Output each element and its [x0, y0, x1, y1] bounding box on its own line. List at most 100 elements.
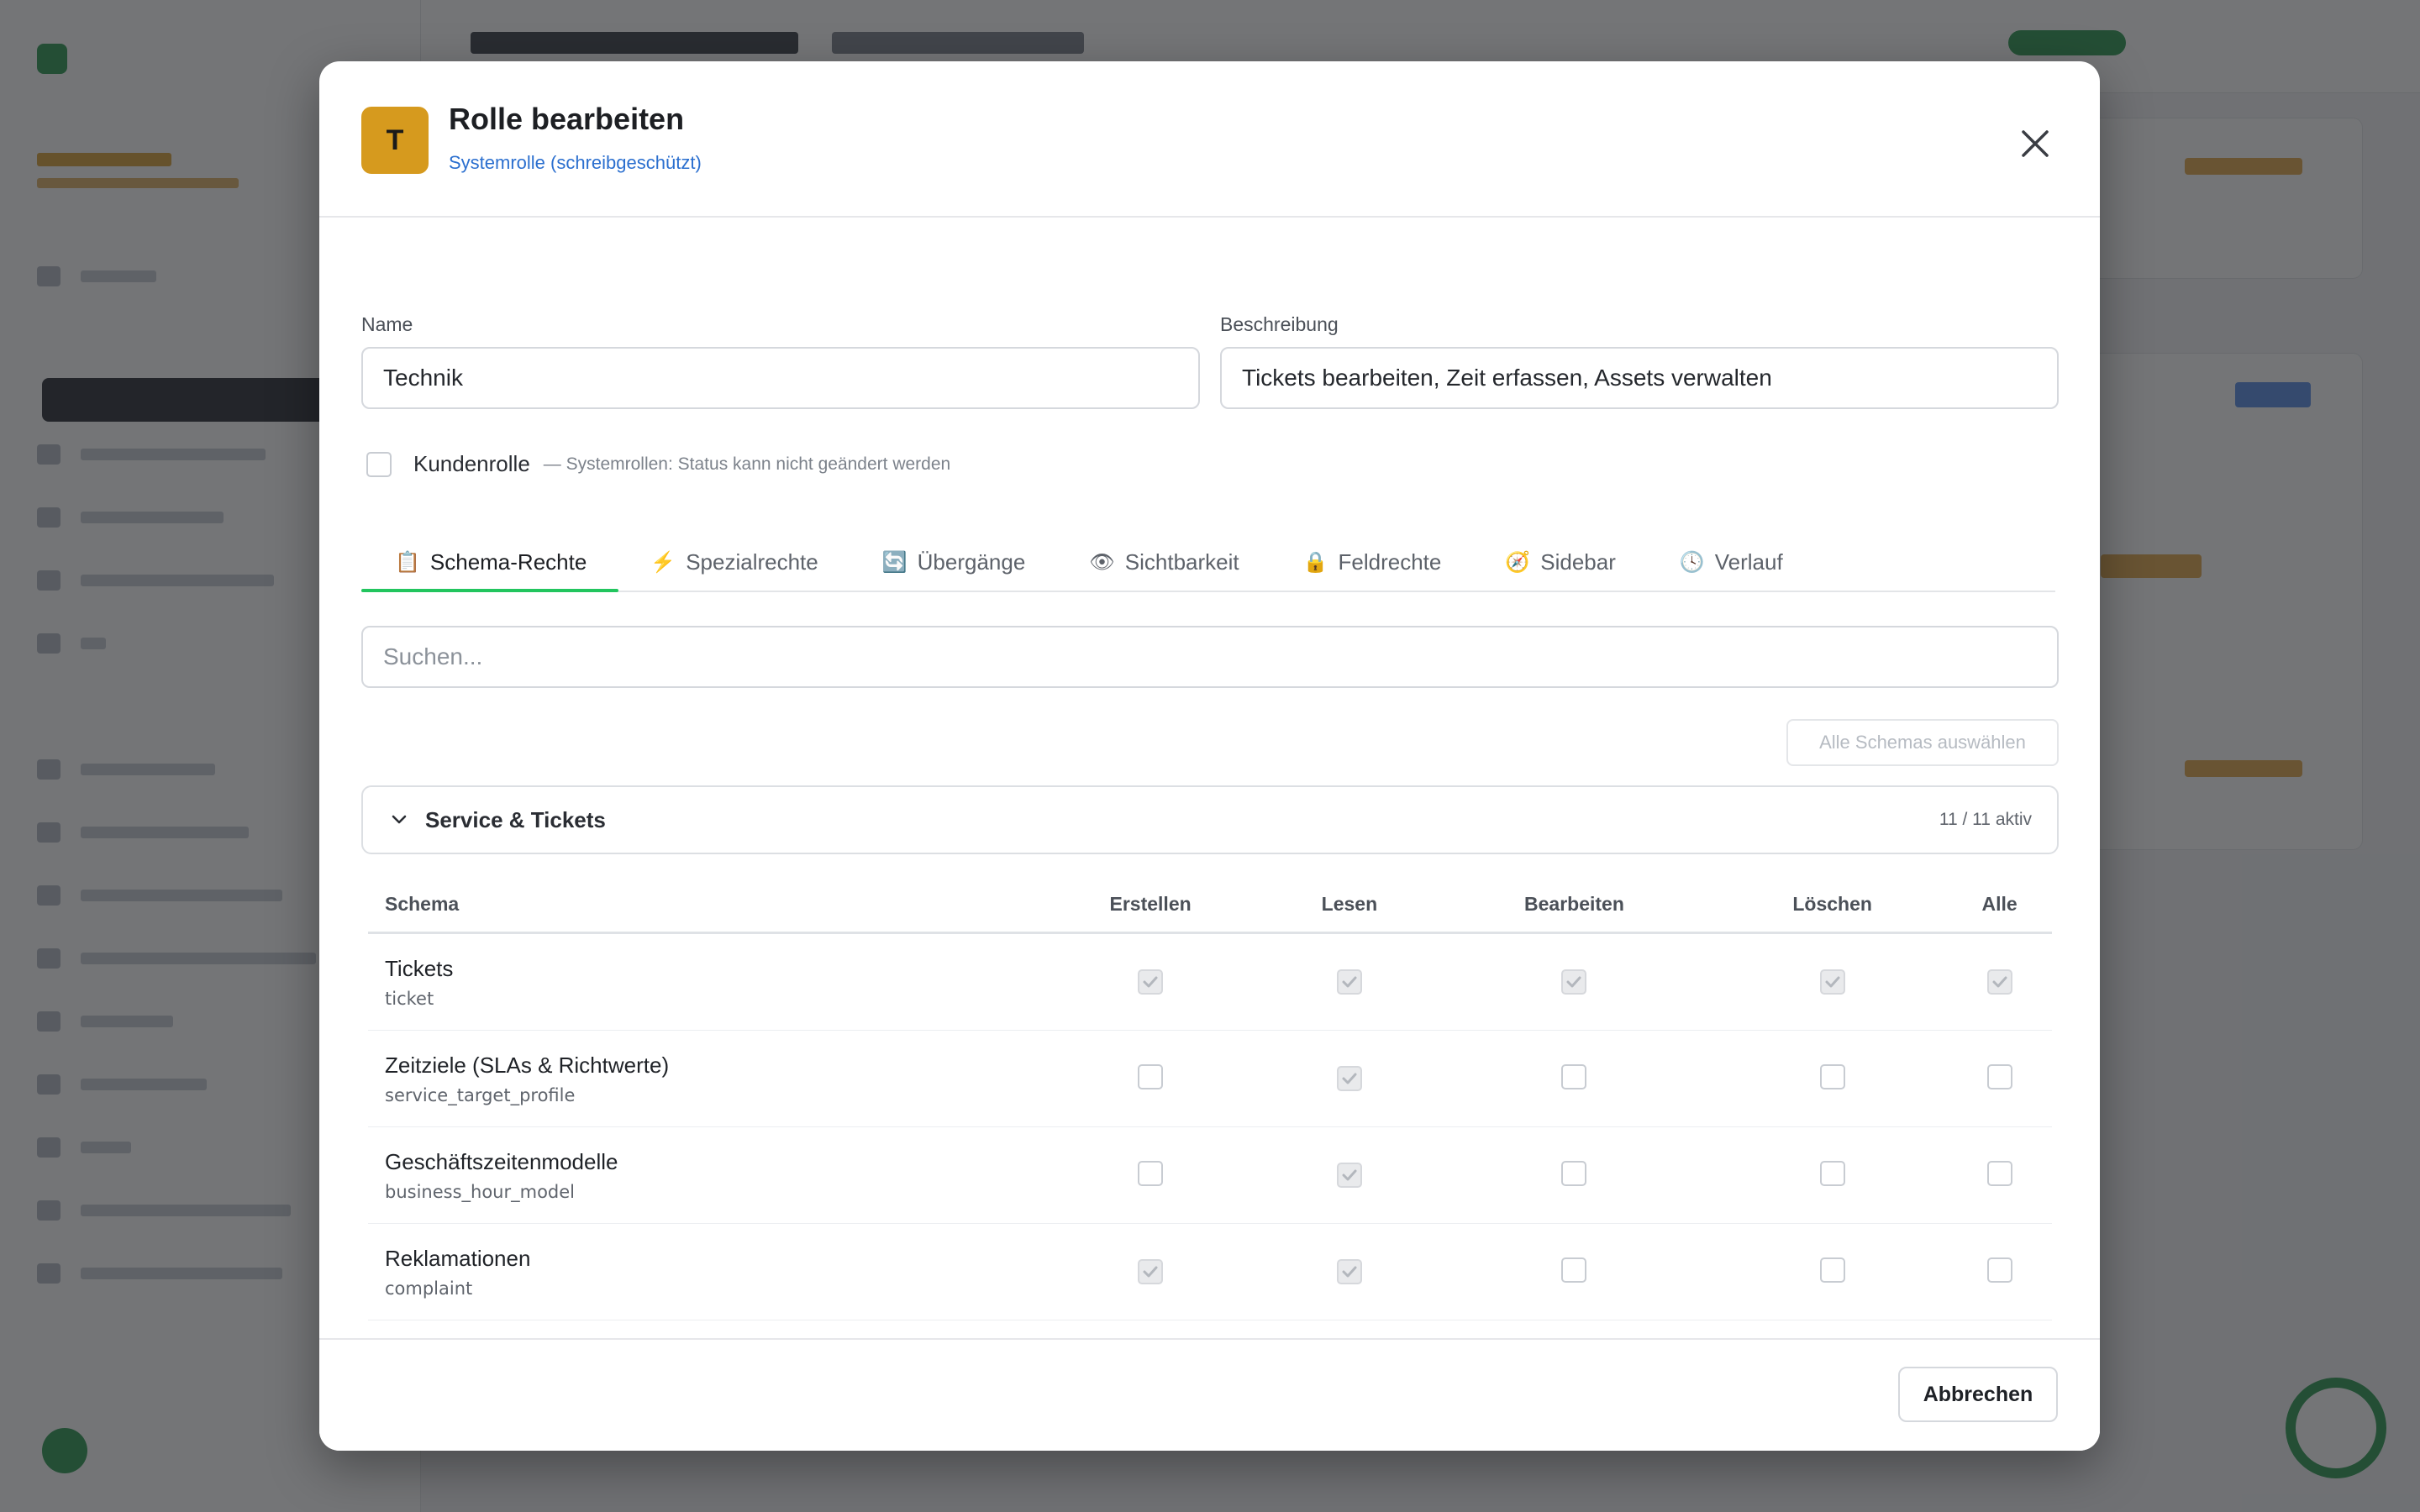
delete-permission-checkbox[interactable]	[1819, 1257, 1845, 1283]
edit-permission-checkbox[interactable]	[1561, 969, 1587, 995]
name-field[interactable]: Technik	[361, 347, 1200, 409]
tab-verlauf[interactable]: 🕓 Verlauf	[1648, 533, 1815, 591]
tab-schema-rechte[interactable]: 📋 Schema-Rechte	[361, 533, 619, 592]
customer-role-row: Kundenrolle — Systemrollen: Status kann …	[366, 451, 950, 477]
schema-key: business_hour_model	[385, 1181, 576, 1202]
all-permission-checkbox[interactable]	[1986, 969, 2012, 995]
create-permission-checkbox[interactable]	[1138, 969, 1164, 995]
column-header-schema: Schema	[368, 876, 1033, 934]
permission-cell	[1430, 1223, 1718, 1320]
permission-cell	[1033, 932, 1269, 1031]
dialog-footer: Abbrechen	[319, 1338, 2100, 1451]
edit-permission-checkbox[interactable]	[1561, 1257, 1587, 1283]
tab-label: Verlauf	[1714, 549, 1783, 575]
group-name: Service & Tickets	[425, 806, 606, 832]
checkmark-icon	[1342, 976, 1357, 987]
permission-cell	[1430, 1126, 1718, 1224]
select-all-schemas-button[interactable]: Alle Schemas auswählen	[1786, 719, 2059, 766]
permission-cell	[1718, 1223, 1948, 1320]
schema-title: Geschäftszeitenmodelle	[385, 1148, 618, 1174]
delete-permission-checkbox[interactable]	[1819, 969, 1845, 995]
tab-sichtbarkeit[interactable]: 👁 Sichtbarkeit	[1057, 533, 1270, 591]
eye-icon: 👁	[1089, 550, 1115, 574]
tab-sidebar[interactable]: 🧭 Sidebar	[1473, 533, 1648, 591]
permission-tabs: 📋 Schema-Rechte ⚡ Spezialrechte 🔄 Übergänge…	[361, 533, 2055, 592]
permission-cell	[1947, 1126, 2052, 1224]
group-active-count: 11 / 11 aktiv	[1939, 810, 2032, 829]
tab-label: Sidebar	[1540, 549, 1616, 575]
create-permission-checkbox[interactable]	[1138, 1258, 1164, 1284]
delete-permission-checkbox[interactable]	[1819, 1063, 1845, 1089]
permission-cell	[1268, 1126, 1431, 1224]
table-row: Reklamationen complaint	[368, 1223, 2052, 1320]
column-header-edit: Bearbeiten	[1430, 876, 1718, 934]
read-permission-checkbox[interactable]	[1336, 969, 1362, 995]
permission-cell	[1947, 932, 2052, 1031]
name-label: Name	[361, 313, 413, 335]
clock-icon: 🕓	[1679, 550, 1705, 574]
edit-permission-checkbox[interactable]	[1561, 1160, 1587, 1186]
schema-title: Tickets	[385, 955, 454, 981]
create-permission-checkbox[interactable]	[1138, 1160, 1164, 1186]
checkmark-icon	[1143, 1266, 1158, 1277]
tab-uebergaenge[interactable]: 🔄 Übergänge	[850, 533, 1058, 591]
table-row: Geschäftszeitenmodelle business_hour_mode…	[368, 1126, 2052, 1224]
create-permission-checkbox[interactable]	[1138, 1063, 1164, 1089]
column-header-all: Alle	[1947, 876, 2052, 934]
customer-role-label: Kundenrolle	[413, 451, 530, 476]
clipboard-icon: 📋	[395, 550, 420, 574]
table-header-row: Schema Erstellen Lesen Bearbeiten Lösche…	[368, 876, 2052, 934]
column-header-read: Lesen	[1268, 876, 1431, 934]
permission-cell	[1033, 1126, 1269, 1224]
column-header-delete: Löschen	[1718, 876, 1948, 934]
column-header-create: Erstellen	[1033, 876, 1269, 934]
permission-cell	[1033, 1223, 1269, 1320]
checkmark-icon	[1342, 1266, 1357, 1277]
all-permission-checkbox[interactable]	[1986, 1160, 2012, 1186]
schema-cell: Geschäftszeitenmodelle business_hour_mode…	[368, 1126, 1033, 1224]
read-permission-checkbox[interactable]	[1336, 1065, 1362, 1091]
schema-permissions-table: Schema Erstellen Lesen Bearbeiten Lösche…	[368, 876, 2052, 1400]
group-service-tickets[interactable]: Service & Tickets 11 / 11 aktiv	[361, 785, 2059, 854]
close-button[interactable]	[2015, 123, 2055, 164]
edit-permission-checkbox[interactable]	[1561, 1063, 1587, 1089]
role-avatar: T	[361, 107, 429, 174]
description-field[interactable]: Tickets bearbeiten, Zeit erfassen, Asset…	[1220, 347, 2059, 409]
table-row: Tickets ticket	[368, 932, 2052, 1031]
dialog-header: T Rolle bearbeiten Systemrolle (schreibg…	[319, 61, 2100, 218]
checkmark-icon	[1342, 1073, 1357, 1084]
checkmark-icon	[1143, 976, 1158, 987]
schema-key: service_target_profile	[385, 1084, 576, 1105]
tab-label: Spezialrechte	[686, 549, 818, 575]
schema-title: Zeitziele (SLAs & Richtwerte)	[385, 1052, 670, 1078]
permission-cell	[1718, 1030, 1948, 1127]
tab-label: Feldrechte	[1338, 549, 1442, 575]
customer-role-checkbox[interactable]	[366, 451, 392, 477]
lock-icon: 🔒	[1302, 550, 1328, 574]
tab-label: Sichtbarkeit	[1124, 549, 1239, 575]
checkmark-icon	[1566, 976, 1581, 987]
tab-spezialrechte[interactable]: ⚡ Spezialrechte	[618, 533, 850, 591]
all-permission-checkbox[interactable]	[1986, 1063, 2012, 1089]
schema-cell: Tickets ticket	[368, 932, 1033, 1031]
cancel-button[interactable]: Abbrechen	[1898, 1367, 2058, 1422]
search-input[interactable]: Suchen...	[361, 626, 2059, 688]
tab-feldrechte[interactable]: 🔒 Feldrechte	[1271, 533, 1474, 591]
schema-cell: Zeitziele (SLAs & Richtwerte) service_tar…	[368, 1030, 1033, 1127]
checkmark-icon	[1342, 1169, 1357, 1180]
refresh-icon: 🔄	[881, 550, 908, 574]
read-permission-checkbox[interactable]	[1336, 1258, 1362, 1284]
tab-label: Schema-Rechte	[429, 549, 587, 575]
system-role-notice: Systemrolle (schreibgeschützt)	[449, 152, 702, 173]
compass-icon: 🧭	[1505, 550, 1531, 574]
read-permission-checkbox[interactable]	[1336, 1162, 1362, 1188]
permission-cell	[1033, 1030, 1269, 1127]
permission-cell	[1947, 1223, 2052, 1320]
all-permission-checkbox[interactable]	[1986, 1257, 2012, 1283]
description-label: Beschreibung	[1220, 313, 1339, 335]
schema-key: ticket	[385, 988, 434, 1009]
checkmark-icon	[1992, 976, 2007, 987]
lightning-icon: ⚡	[650, 550, 676, 574]
delete-permission-checkbox[interactable]	[1819, 1160, 1845, 1186]
table-row: Zeitziele (SLAs & Richtwerte) service_tar…	[368, 1030, 2052, 1127]
